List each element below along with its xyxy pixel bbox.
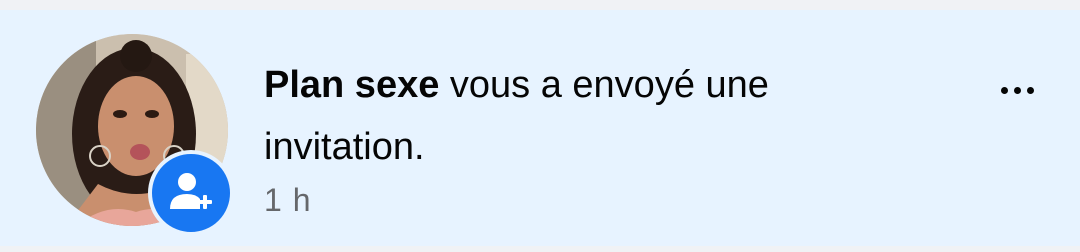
actor-name[interactable]: Plan sexe [264, 64, 439, 106]
add-friend-badge [148, 150, 234, 236]
more-options-icon [998, 86, 1037, 94]
add-friend-icon [170, 173, 212, 209]
notification-item[interactable]: Plan sexe vous a envoyé une invitation. … [0, 10, 1080, 246]
notification-timestamp: 1 h [264, 182, 312, 218]
avatar-container[interactable] [36, 34, 234, 236]
more-options-button[interactable] [990, 70, 1044, 110]
notification-text: Plan sexe vous a envoyé une invitation. [264, 54, 904, 178]
